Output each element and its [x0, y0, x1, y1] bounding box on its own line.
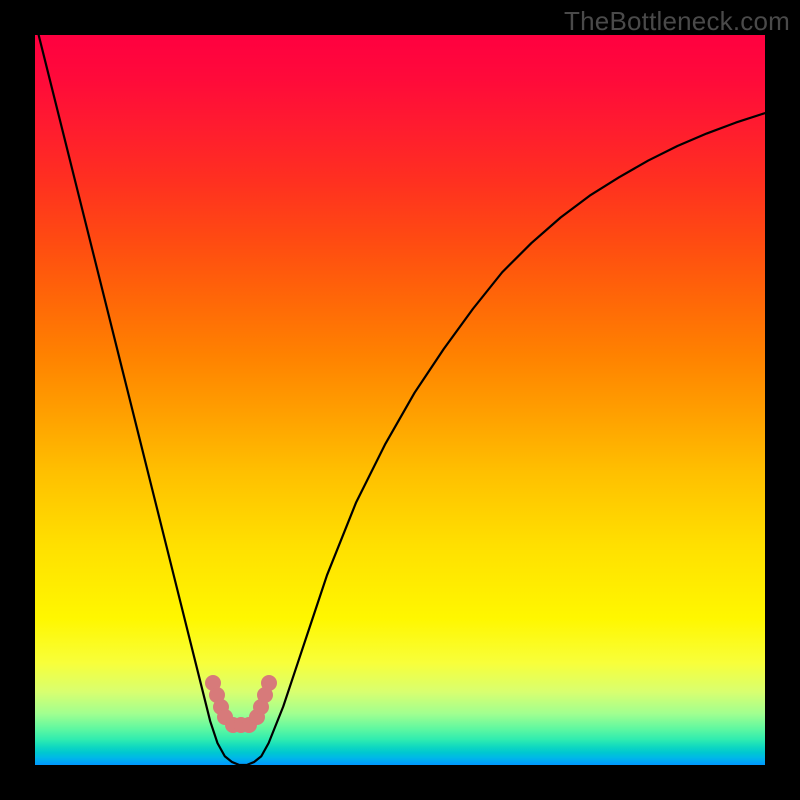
bottleneck-curve — [35, 35, 765, 765]
watermark-text: TheBottleneck.com — [564, 6, 790, 37]
valley-marker — [262, 676, 277, 691]
chart-frame: TheBottleneck.com — [0, 0, 800, 800]
chart-svg — [35, 35, 765, 765]
plot-area — [35, 35, 765, 765]
